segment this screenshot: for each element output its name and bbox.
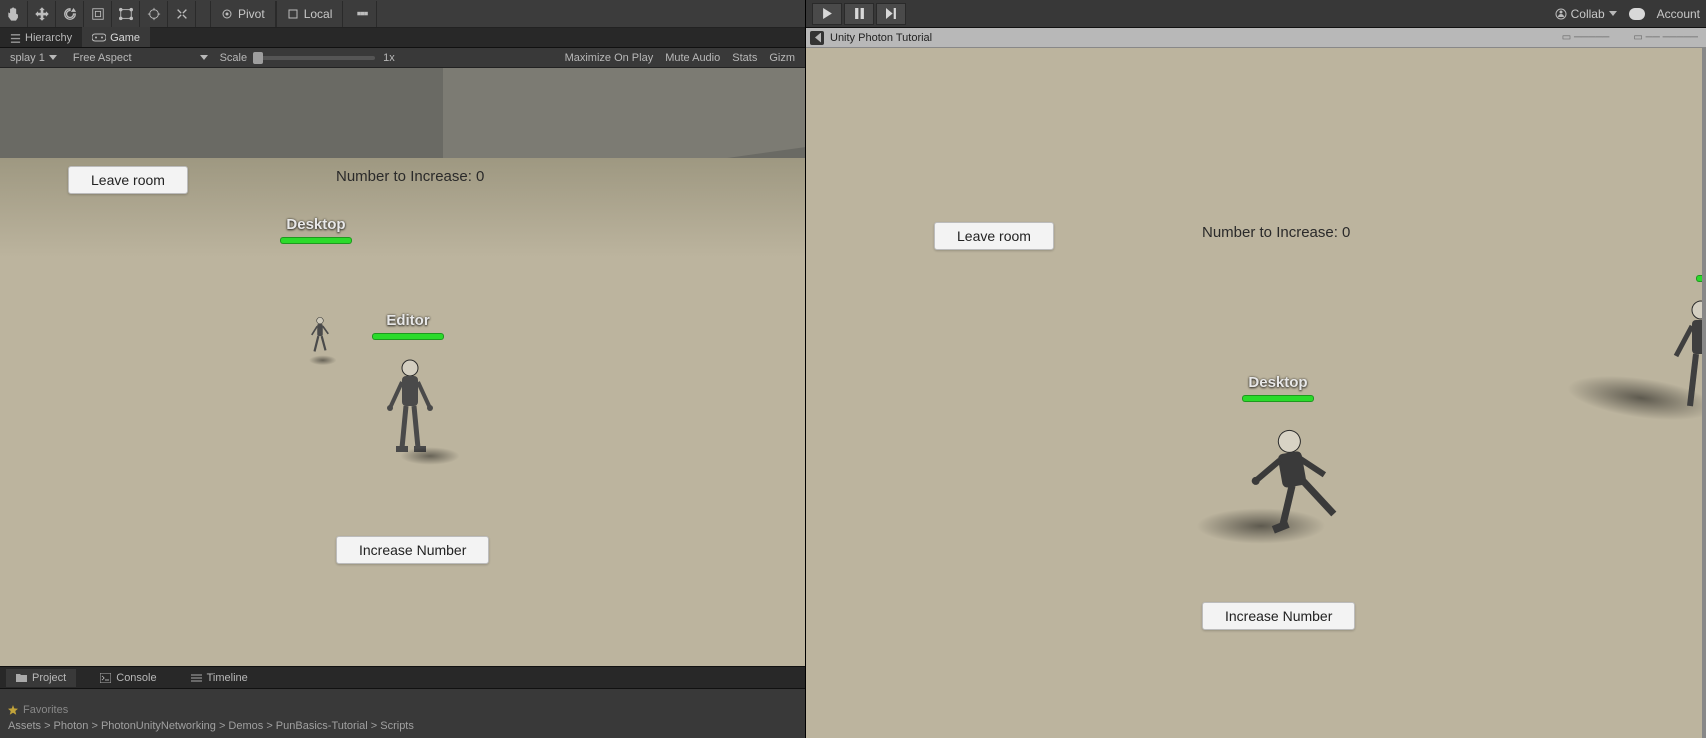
scale-tool-icon[interactable]: [84, 1, 112, 27]
player-editor-health: [372, 333, 444, 340]
player-editor-character: [1666, 298, 1706, 423]
leave-room-label: Leave room: [91, 172, 165, 188]
collab-icon: [1555, 8, 1567, 20]
editor-game-viewport[interactable]: Leave room Number to Increase: 0 Desktop…: [0, 68, 805, 666]
folder-icon: [16, 673, 27, 683]
play-controls: [812, 3, 906, 25]
gizmos-toggle[interactable]: Gizm: [769, 52, 795, 64]
player-desktop-health: [280, 237, 352, 244]
player-desktop-tag: Desktop: [1238, 374, 1318, 402]
account-controls: Collab Account: [1555, 7, 1700, 21]
tab-game[interactable]: Game: [82, 27, 150, 47]
tab-console[interactable]: Console: [90, 669, 166, 687]
counter-label: Number to Increase: 0: [1202, 224, 1350, 241]
editor-tab-row: Hierarchy Game: [0, 28, 805, 48]
play-button[interactable]: [812, 3, 842, 25]
tab-project[interactable]: Project: [6, 669, 76, 687]
tab-console-label: Console: [116, 672, 156, 684]
move-tool-icon[interactable]: [28, 1, 56, 27]
tab-hierarchy-label: Hierarchy: [25, 32, 72, 44]
player-desktop-name: Desktop: [286, 216, 345, 233]
favorites-label: Favorites: [23, 704, 68, 716]
player-editor-character: [380, 358, 440, 463]
display-label: splay 1: [10, 52, 45, 64]
breadcrumb[interactable]: Assets > Photon > PhotonUnityNetworking …: [8, 720, 797, 732]
build-window-title: Unity Photon Tutorial: [830, 32, 932, 44]
local-toggle[interactable]: Local: [276, 1, 344, 27]
aspect-dropdown[interactable]: Free Aspect: [69, 52, 212, 64]
transform-tools: [0, 1, 196, 27]
editor-toolbar: Pivot Local: [0, 0, 805, 28]
cloud-icon[interactable]: [1629, 8, 1645, 20]
player-desktop-tag: Desktop: [280, 216, 352, 244]
hierarchy-icon: [10, 33, 21, 44]
console-icon: [100, 673, 111, 683]
tab-timeline[interactable]: Timeline: [181, 669, 258, 687]
build-window-titlebar: Unity Photon Tutorial ▭ ───── ▭ ── ─────: [806, 28, 1706, 48]
unity-editor-pane: Pivot Local Hierarchy Game splay 1 Free …: [0, 0, 805, 738]
breadcrumb-text: Assets > Photon > PhotonUnityNetworking …: [8, 720, 414, 732]
increase-number-label: Increase Number: [1225, 608, 1332, 624]
aspect-label: Free Aspect: [73, 52, 132, 64]
tab-game-label: Game: [110, 32, 140, 44]
tab-project-label: Project: [32, 672, 66, 684]
hand-tool-icon[interactable]: [0, 1, 28, 27]
leave-room-button[interactable]: Leave room: [68, 166, 188, 194]
mute-audio-toggle[interactable]: Mute Audio: [665, 52, 720, 64]
chevron-down-icon: [49, 55, 57, 60]
rotate-tool-icon[interactable]: [56, 1, 84, 27]
scale-slider-thumb[interactable]: [253, 52, 263, 64]
player-desktop-name: Desktop: [1248, 374, 1307, 391]
chevron-down-icon: [1609, 11, 1617, 16]
maximize-on-play-toggle[interactable]: Maximize On Play: [565, 52, 654, 64]
step-button[interactable]: [876, 3, 906, 25]
vertical-scrollbar[interactable]: [1702, 48, 1706, 738]
standalone-build-pane: Collab Account Unity Photon Tutorial ▭ ─…: [805, 0, 1706, 738]
pivot-icon: [221, 8, 233, 20]
pause-button[interactable]: [844, 3, 874, 25]
increase-number-button[interactable]: Increase Number: [1202, 602, 1355, 630]
menu-ghost-1: ▭ ─────: [1562, 32, 1610, 43]
pivot-toggle[interactable]: Pivot: [210, 1, 276, 27]
scale-slider[interactable]: [255, 56, 375, 60]
transform-tool-icon[interactable]: [140, 1, 168, 27]
favorites-row[interactable]: Favorites: [8, 704, 797, 716]
tab-timeline-label: Timeline: [207, 672, 248, 684]
counter-label: Number to Increase: 0: [336, 168, 484, 185]
account-dropdown[interactable]: Account: [1657, 7, 1700, 21]
increase-number-button[interactable]: Increase Number: [336, 536, 489, 564]
player-desktop-character: [309, 316, 331, 363]
custom-tool-icon[interactable]: [168, 1, 196, 27]
game-view-controls: splay 1 Free Aspect Scale 1x Maximize On…: [0, 48, 805, 68]
leave-room-label: Leave room: [957, 228, 1031, 244]
scale-value: 1x: [383, 52, 395, 64]
menu-ghost-2: ▭ ── ─────: [1633, 32, 1698, 43]
scale-label: Scale: [220, 52, 248, 64]
stats-toggle[interactable]: Stats: [732, 52, 757, 64]
unity-logo-icon: [810, 31, 824, 45]
star-icon: [8, 705, 18, 715]
player-desktop-health: [1242, 395, 1314, 402]
timeline-icon: [191, 673, 202, 683]
increase-number-label: Increase Number: [359, 542, 466, 558]
player-editor-name: Editor: [386, 312, 429, 329]
chevron-down-icon: [200, 55, 208, 60]
collab-label: Collab: [1571, 7, 1605, 21]
snap-toggle-icon[interactable]: [349, 1, 377, 27]
build-game-viewport[interactable]: Leave room Number to Increase: 0 E Deskt…: [806, 48, 1706, 738]
local-icon: [287, 8, 299, 20]
collab-dropdown[interactable]: Collab: [1555, 7, 1617, 21]
leave-room-button[interactable]: Leave room: [934, 222, 1054, 250]
player-editor-tag: Editor: [372, 312, 444, 340]
project-panel: Favorites Assets > Photon > PhotonUnityN…: [0, 688, 805, 738]
bottom-tab-row: Project Console Timeline: [0, 666, 805, 688]
build-toolbar: Collab Account: [806, 0, 1706, 28]
display-dropdown[interactable]: splay 1: [6, 52, 61, 64]
game-icon: [92, 33, 106, 43]
rect-tool-icon[interactable]: [112, 1, 140, 27]
tab-hierarchy[interactable]: Hierarchy: [0, 27, 82, 47]
local-label: Local: [304, 7, 333, 21]
pivot-label: Pivot: [238, 7, 265, 21]
